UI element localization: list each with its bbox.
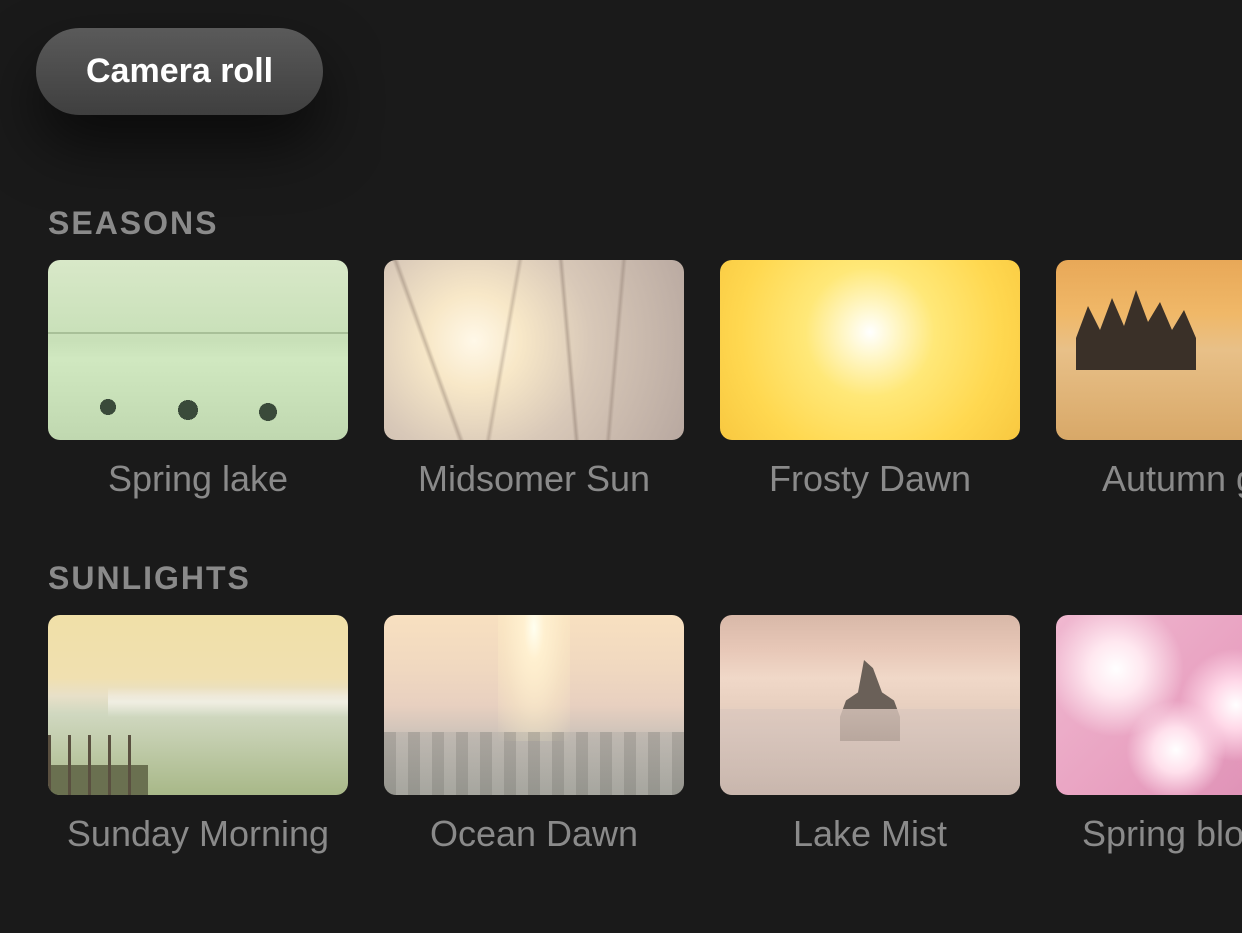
scene-card-spring-blossom[interactable]: Spring blossom — [1056, 615, 1242, 855]
scene-thumbnail — [1056, 260, 1242, 440]
section-sunlights: SUNLIGHTS Sunday Morning Ocean Dawn Lake… — [0, 560, 1242, 855]
scene-card-sunday-morning[interactable]: Sunday Morning — [48, 615, 348, 855]
camera-roll-button[interactable]: Camera roll — [36, 28, 323, 115]
scene-label: Frosty Dawn — [720, 458, 1020, 500]
scene-thumbnail — [1056, 615, 1242, 795]
scene-card-lake-mist[interactable]: Lake Mist — [720, 615, 1020, 855]
scene-label: Spring blossom — [1056, 813, 1242, 855]
scene-thumbnail — [384, 260, 684, 440]
scene-thumbnail — [48, 615, 348, 795]
scene-card-spring-lake[interactable]: Spring lake — [48, 260, 348, 500]
row-sunlights: Sunday Morning Ocean Dawn Lake Mist Spri… — [48, 615, 1242, 855]
scene-card-autumn-glow[interactable]: Autumn glow — [1056, 260, 1242, 500]
scene-label: Sunday Morning — [48, 813, 348, 855]
scene-label: Ocean Dawn — [384, 813, 684, 855]
scene-label: Midsomer Sun — [384, 458, 684, 500]
scene-label: Spring lake — [48, 458, 348, 500]
scene-card-frosty-dawn[interactable]: Frosty Dawn — [720, 260, 1020, 500]
scene-label: Lake Mist — [720, 813, 1020, 855]
scene-label: Autumn glow — [1056, 458, 1242, 500]
section-seasons: SEASONS Spring lake Midsomer Sun Frosty … — [0, 205, 1242, 500]
scene-card-ocean-dawn[interactable]: Ocean Dawn — [384, 615, 684, 855]
section-title-seasons: SEASONS — [48, 205, 1242, 242]
scene-thumbnail — [48, 260, 348, 440]
section-title-sunlights: SUNLIGHTS — [48, 560, 1242, 597]
scene-thumbnail — [384, 615, 684, 795]
scene-thumbnail — [720, 615, 1020, 795]
row-seasons: Spring lake Midsomer Sun Frosty Dawn Aut… — [48, 260, 1242, 500]
scene-card-midsomer-sun[interactable]: Midsomer Sun — [384, 260, 684, 500]
scene-thumbnail — [720, 260, 1020, 440]
